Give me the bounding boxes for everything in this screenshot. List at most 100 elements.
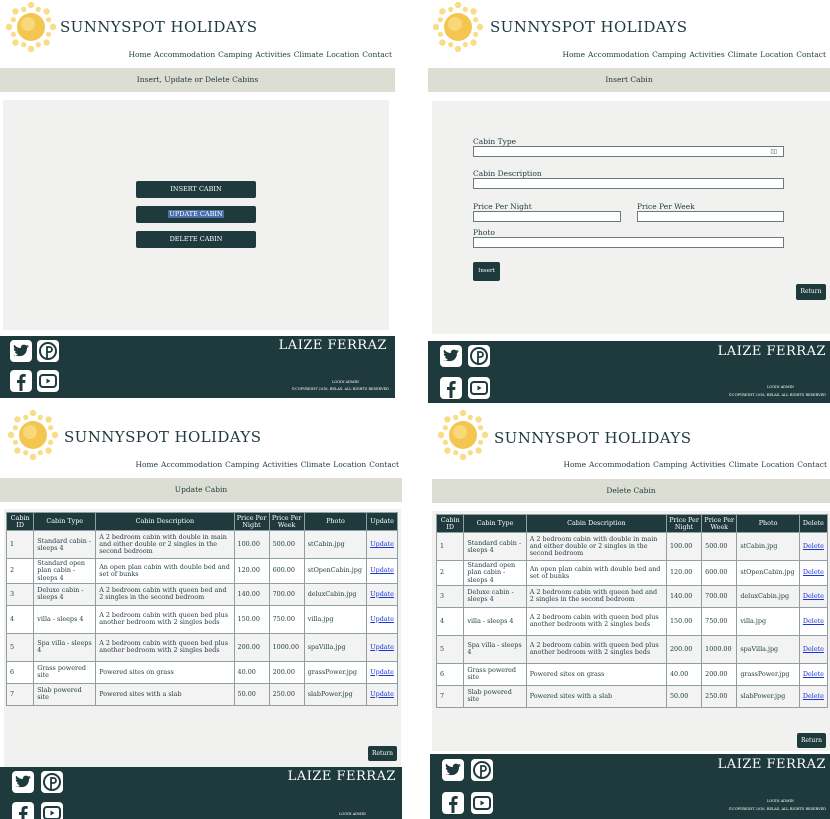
nav-item-camping[interactable]: Camping xyxy=(218,50,252,59)
twitter-icon[interactable] xyxy=(12,771,34,793)
sun-logo-icon[interactable] xyxy=(438,410,488,460)
delete-link[interactable]: Delete xyxy=(798,662,829,686)
youtube-icon[interactable] xyxy=(41,802,63,819)
price-week-cell: 700.00 xyxy=(701,584,738,608)
twitter-icon[interactable] xyxy=(10,340,32,362)
login-admin-link[interactable]: LOGIN ADMIN xyxy=(339,812,366,816)
update-link[interactable]: Update xyxy=(366,604,398,634)
delete-link[interactable]: Delete xyxy=(798,684,829,708)
nav-item-home[interactable]: Home xyxy=(135,460,158,469)
youtube-icon[interactable] xyxy=(471,792,493,814)
delete-link[interactable]: Delete xyxy=(798,634,829,664)
cabin-type-select[interactable]: ▯▯ xyxy=(473,146,784,157)
footer-name: LAIZE FERRAZ xyxy=(717,344,826,359)
facebook-icon[interactable] xyxy=(440,377,462,399)
nav-item-activities[interactable]: Activities xyxy=(255,50,290,59)
update-link[interactable]: Update xyxy=(366,582,398,606)
nav-item-climate[interactable]: Climate xyxy=(729,460,759,469)
return-button[interactable]: Return xyxy=(796,284,826,300)
page-title: Insert, Update or Delete Cabins xyxy=(0,68,395,92)
login-admin-link[interactable]: LOGIN ADMIN xyxy=(767,385,794,389)
cabin-id-cell: 1 xyxy=(435,532,465,562)
delete-link[interactable]: Delete xyxy=(798,560,829,586)
nav-item-contact[interactable]: Contact xyxy=(362,50,392,59)
update-link[interactable]: Update xyxy=(366,682,398,706)
price-night-input[interactable] xyxy=(473,211,621,222)
nav-item-accommodation[interactable]: Accommodation xyxy=(154,50,215,59)
price-week-cell: 250.00 xyxy=(701,684,738,708)
brand-title[interactable]: SUNNYSPOT HOLIDAYS xyxy=(60,18,257,36)
facebook-icon[interactable] xyxy=(442,792,464,814)
update-link[interactable]: Update xyxy=(366,530,398,560)
return-button[interactable]: Return xyxy=(797,733,826,748)
brand-title[interactable]: SUNNYSPOT HOLIDAYS xyxy=(64,428,261,446)
price-night-cell: 100.00 xyxy=(233,530,270,560)
update-link[interactable]: Update xyxy=(366,632,398,662)
update-cabin-button[interactable]: UPDATE CABIN xyxy=(136,206,256,223)
delete-link[interactable]: Delete xyxy=(798,532,829,562)
brand-title[interactable]: SUNNYSPOT HOLIDAYS xyxy=(490,18,687,36)
sun-logo-icon[interactable] xyxy=(6,2,56,52)
cabin-description-input[interactable] xyxy=(473,178,784,189)
photo-input[interactable] xyxy=(473,237,784,248)
nav-item-activities[interactable]: Activities xyxy=(262,460,297,469)
nav-item-activities[interactable]: Activities xyxy=(689,50,724,59)
insert-cabin-button[interactable]: INSERT CABIN xyxy=(136,181,256,198)
twitter-icon[interactable] xyxy=(440,345,462,367)
photo-cell: grassPower.jpg xyxy=(736,662,800,686)
cabin-type-cell: villa - sleeps 4 xyxy=(33,604,97,634)
sun-logo-icon[interactable] xyxy=(433,2,483,52)
nav-item-camping[interactable]: Camping xyxy=(225,460,259,469)
pinterest-icon[interactable] xyxy=(471,759,493,781)
login-admin-link[interactable]: LOGIN ADMIN xyxy=(332,380,359,384)
nav-item-location[interactable]: Location xyxy=(333,460,366,469)
price-week-input[interactable] xyxy=(637,211,784,222)
login-admin-link[interactable]: LOGIN ADMIN xyxy=(767,799,794,803)
nav-item-climate[interactable]: Climate xyxy=(301,460,331,469)
update-link[interactable]: Update xyxy=(366,660,398,684)
nav-item-camping[interactable]: Camping xyxy=(652,50,686,59)
nav-item-accommodation[interactable]: Accommodation xyxy=(588,50,649,59)
nav-item-location[interactable]: Location xyxy=(761,460,794,469)
footer: LAIZE FERRAZ LOGIN ADMIN xyxy=(0,767,402,819)
return-button[interactable]: Return xyxy=(368,746,397,761)
pinterest-icon[interactable] xyxy=(468,345,490,367)
nav-item-activities[interactable]: Activities xyxy=(690,460,725,469)
nav-item-home[interactable]: Home xyxy=(562,50,585,59)
nav-item-location[interactable]: Location xyxy=(760,50,793,59)
cabin-type-cell: Grass powered site xyxy=(33,660,97,684)
facebook-icon[interactable] xyxy=(12,802,34,819)
nav-item-camping[interactable]: Camping xyxy=(653,460,687,469)
price-night-cell: 40.00 xyxy=(233,660,270,684)
nav-item-climate[interactable]: Climate xyxy=(728,50,758,59)
cabin-description-cell: Powered sites on grass xyxy=(525,662,667,686)
nav-item-accommodation[interactable]: Accommodation xyxy=(589,460,650,469)
cabin-id-cell: 7 xyxy=(5,682,35,706)
sun-logo-icon[interactable] xyxy=(8,410,58,460)
delete-link[interactable]: Delete xyxy=(798,584,829,608)
photo-cell: deluxCabin.jpg xyxy=(303,582,368,606)
facebook-icon[interactable] xyxy=(10,370,32,392)
pinterest-icon[interactable] xyxy=(41,771,63,793)
pinterest-icon[interactable] xyxy=(37,340,59,362)
brand-title[interactable]: SUNNYSPOT HOLIDAYS xyxy=(494,429,691,447)
nav-item-location[interactable]: Location xyxy=(326,50,359,59)
delete-link[interactable]: Delete xyxy=(798,606,829,636)
update-link[interactable]: Update xyxy=(366,558,398,584)
nav-item-home[interactable]: Home xyxy=(563,460,586,469)
price-week-cell: 600.00 xyxy=(268,558,305,584)
youtube-icon[interactable] xyxy=(37,370,59,392)
nav-item-contact[interactable]: Contact xyxy=(369,460,399,469)
nav-item-contact[interactable]: Contact xyxy=(796,50,826,59)
table-row: 2 Standard open plan cabin - sleeps 4 An… xyxy=(435,560,829,586)
insert-button[interactable]: Insert xyxy=(473,262,500,281)
delete-cabin-button[interactable]: DELETE CABIN xyxy=(136,231,256,248)
nav-item-home[interactable]: Home xyxy=(128,50,151,59)
nav-item-climate[interactable]: Climate xyxy=(294,50,324,59)
nav-item-contact[interactable]: Contact xyxy=(797,460,827,469)
photo-cell: stOpenCabin.jpg xyxy=(736,560,800,586)
column-header: Price Per Week xyxy=(701,513,738,534)
twitter-icon[interactable] xyxy=(442,759,464,781)
youtube-icon[interactable] xyxy=(468,377,490,399)
nav-item-accommodation[interactable]: Accommodation xyxy=(161,460,222,469)
